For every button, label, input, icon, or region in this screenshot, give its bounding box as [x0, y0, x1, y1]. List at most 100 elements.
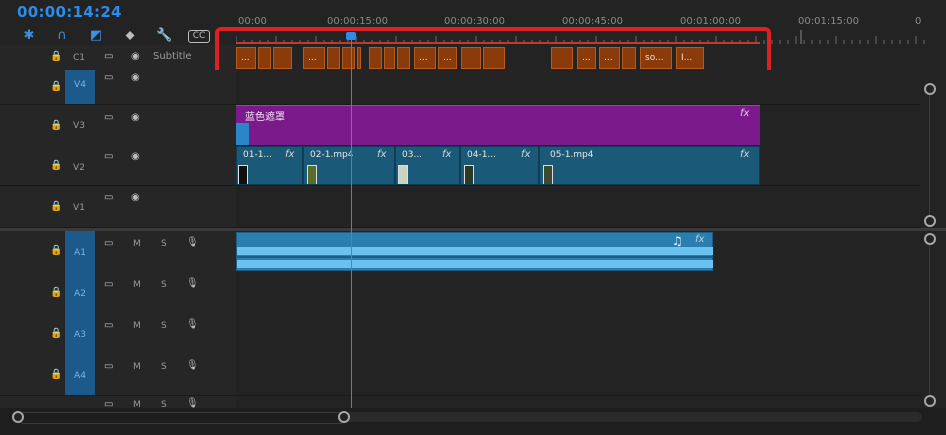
- marker-icon[interactable]: ⬥: [122, 28, 138, 44]
- playhead-handle[interactable]: [346, 32, 356, 40]
- eye-icon[interactable]: ◉: [131, 192, 140, 203]
- audio-vertical-scrollbar-track: [929, 237, 930, 397]
- video-scrollbar-bottom-handle[interactable]: [924, 215, 936, 227]
- microphone-icon[interactable]: 🎙: [186, 360, 199, 371]
- track-output-icon[interactable]: ▭: [104, 279, 113, 290]
- track-output-icon[interactable]: ▭: [104, 238, 113, 249]
- track-name-v4[interactable]: V4: [65, 70, 95, 104]
- fx-badge[interactable]: fx: [740, 108, 749, 119]
- solo-button[interactable]: S: [161, 280, 167, 290]
- track-name-a3[interactable]: A3: [65, 313, 95, 354]
- horizontal-scrollbar-right-handle[interactable]: [338, 411, 350, 423]
- lock-icon[interactable]: 🔒: [50, 52, 62, 62]
- audio-scrollbar-top-handle[interactable]: [924, 233, 936, 245]
- ruler-label-0: 00:00: [238, 16, 267, 27]
- solo-button[interactable]: S: [161, 321, 167, 331]
- track-output-icon[interactable]: ▭: [104, 51, 113, 62]
- track-header-v2: 🔒 V2 ▭ ◉: [0, 145, 236, 186]
- track-output-icon[interactable]: ▭: [104, 192, 113, 203]
- mute-button[interactable]: M: [133, 362, 141, 372]
- solo-button[interactable]: S: [161, 362, 167, 372]
- track-output-icon[interactable]: ▭: [104, 112, 113, 123]
- microphone-icon[interactable]: 🎙: [186, 278, 199, 289]
- mute-button[interactable]: M: [133, 280, 141, 290]
- fx-badge[interactable]: fx: [695, 234, 704, 245]
- eye-icon[interactable]: ◉: [131, 151, 140, 162]
- solo-button[interactable]: S: [161, 239, 167, 249]
- track-header-v3: 🔒 V3 ▭ ◉: [0, 105, 236, 146]
- lock-icon[interactable]: 🔒: [50, 121, 62, 131]
- eye-icon[interactable]: ◉: [131, 72, 140, 83]
- track-header-v1: 🔒 V1 ▭ ◉: [0, 186, 236, 228]
- track-output-icon[interactable]: ▭: [104, 72, 113, 83]
- title-thumbnail: [236, 123, 249, 146]
- caption-track-header: 🔒 C1 ▭ ◉ Subtitle: [0, 45, 236, 71]
- video-clip[interactable]: 05-1.mp4 fx: [539, 146, 760, 185]
- track-name-a1[interactable]: A1: [65, 231, 95, 272]
- ruler-label-3: 00:00:45:00: [562, 16, 624, 27]
- horizontal-scrollbar-track[interactable]: [344, 412, 922, 422]
- track-lane-v4[interactable]: [236, 70, 921, 105]
- track-header-a1: 🔒 A1 ▭ M S 🎙: [0, 231, 236, 273]
- track-output-icon[interactable]: ▭: [104, 320, 113, 331]
- video-thumbnail: [464, 165, 474, 184]
- track-header-partial: ▭ M S 🎙: [0, 396, 236, 410]
- track-header-a4: 🔒 A4 ▭ M S 🎙: [0, 354, 236, 396]
- title-clip-label: 蓝色遮罩: [245, 112, 285, 123]
- video-scrollbar-top-handle[interactable]: [924, 83, 936, 95]
- video-clip[interactable]: 03... fx: [395, 146, 460, 185]
- video-clip[interactable]: 01-1... fx: [236, 146, 303, 185]
- lock-icon[interactable]: 🔒: [50, 82, 62, 92]
- track-lane-v1[interactable]: [236, 186, 921, 228]
- track-name-v3: V3: [73, 121, 85, 131]
- ruler-label-5: 00:01:15:00: [798, 16, 860, 27]
- ruler-label-1: 00:00:15:00: [327, 16, 389, 27]
- title-clip[interactable]: 蓝色遮罩 fx: [236, 105, 760, 146]
- timecode-display[interactable]: 00:00:14:24: [17, 3, 122, 21]
- audio-scrollbar-bottom-handle[interactable]: [924, 395, 936, 407]
- video-clip[interactable]: 04-1... fx: [460, 146, 539, 185]
- track-output-icon[interactable]: ▭: [104, 151, 113, 162]
- track-lane-a2[interactable]: [236, 272, 921, 314]
- eye-icon[interactable]: ◉: [131, 112, 140, 123]
- lock-icon[interactable]: 🔒: [50, 161, 62, 171]
- track-output-icon[interactable]: ▭: [104, 361, 113, 372]
- audio-clip[interactable]: ♫ fx: [236, 232, 713, 271]
- microphone-icon[interactable]: 🎙: [186, 237, 199, 248]
- track-header-v4: 🔒 V4 ▭ ◉: [0, 70, 236, 105]
- track-name-v2: V2: [73, 163, 85, 173]
- lock-icon[interactable]: 🔒: [50, 202, 62, 212]
- video-thumbnail: [307, 165, 317, 184]
- track-header-a3: 🔒 A3 ▭ M S 🎙: [0, 313, 236, 355]
- track-lane-a4[interactable]: [236, 354, 921, 396]
- audio-waveform: [237, 247, 713, 268]
- video-clip[interactable]: 02-1.mp4 fx: [303, 146, 395, 185]
- mute-button[interactable]: M: [133, 239, 141, 249]
- microphone-icon[interactable]: 🎙: [186, 319, 199, 330]
- linked-selection-icon[interactable]: ◩: [88, 28, 104, 44]
- ruler-label-4: 00:01:00:00: [680, 16, 742, 27]
- track-name-v1: V1: [73, 203, 85, 213]
- video-thumbnail: [398, 165, 408, 184]
- horizontal-scrollbar-thumb[interactable]: [18, 412, 346, 424]
- horizontal-scrollbar-left-handle[interactable]: [12, 411, 24, 423]
- mute-button[interactable]: M: [133, 321, 141, 331]
- track-header-a2: 🔒 A2 ▭ M S 🎙: [0, 272, 236, 314]
- lock-icon[interactable]: 🔒: [50, 288, 62, 298]
- snap-icon[interactable]: ✱: [21, 28, 37, 44]
- track-lane-a3[interactable]: [236, 313, 921, 355]
- caption-track-name: C1: [72, 53, 85, 63]
- lock-icon[interactable]: 🔒: [50, 246, 62, 256]
- captions-icon[interactable]: CC: [188, 30, 210, 43]
- caption-track-label: Subtitle: [153, 51, 192, 62]
- lock-icon[interactable]: 🔒: [50, 370, 62, 380]
- eye-icon[interactable]: ◉: [131, 51, 140, 62]
- track-name-a2[interactable]: A2: [65, 272, 95, 313]
- lock-icon[interactable]: 🔒: [50, 329, 62, 339]
- ruler-label-6: 0: [915, 16, 922, 27]
- playhead-line[interactable]: [351, 40, 352, 410]
- wrench-icon[interactable]: 🔧: [156, 28, 172, 44]
- magnet-icon[interactable]: ∩: [54, 28, 70, 44]
- track-name-a4[interactable]: A4: [65, 354, 95, 395]
- video-vertical-scrollbar-track: [929, 86, 930, 218]
